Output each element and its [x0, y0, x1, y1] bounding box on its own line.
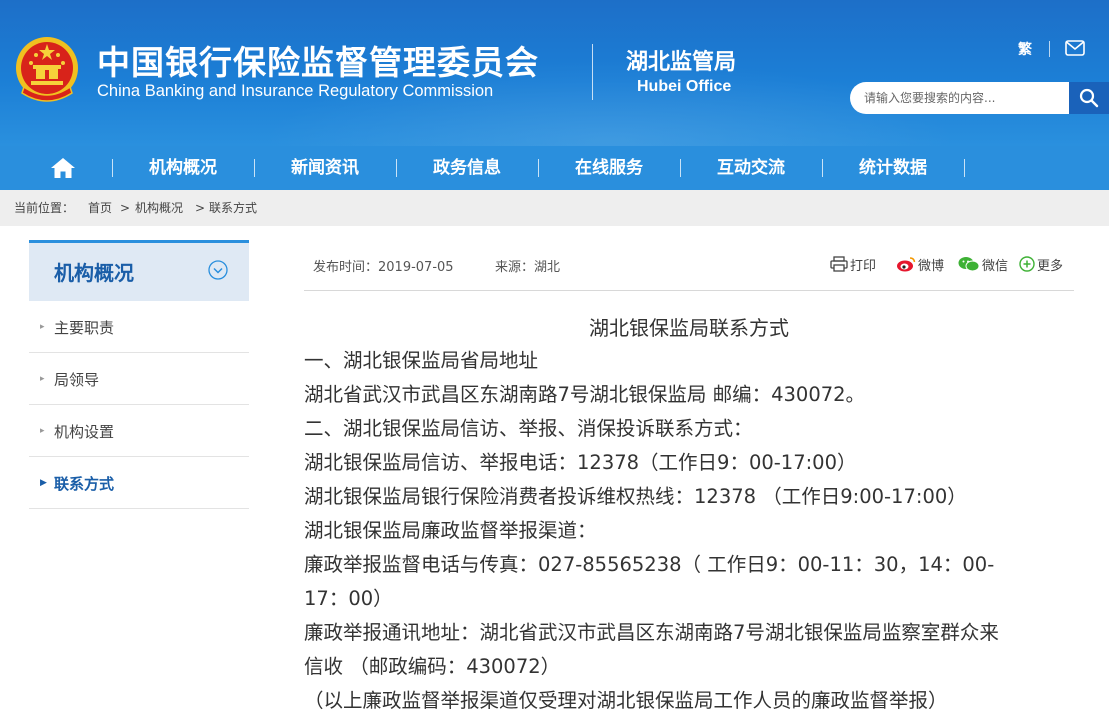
toolbar-divider — [1049, 41, 1050, 57]
article-title: 湖北银保监局联系方式 — [589, 316, 789, 340]
printer-icon — [830, 256, 848, 272]
article-paragraph: 湖北银保监局信访、举报电话：12378（工作日9：00-17:00） — [304, 451, 857, 474]
breadcrumb-prefix: 当前位置： — [14, 201, 75, 215]
sidebar-item-label: 主要职责 — [54, 319, 115, 337]
weibo-icon — [897, 257, 916, 272]
article-paragraph: 廉政举报监督电话与传真：027-85565238（ 工作日9：00-11：30，… — [304, 553, 995, 576]
more-label: 更多 — [1037, 258, 1064, 274]
sidebar-item-label: 联系方式 — [54, 475, 115, 493]
traditional-chinese-link[interactable]: 繁 — [1018, 39, 1032, 59]
plus-circle-icon — [1019, 256, 1035, 272]
share-weibo-button[interactable]: 微博 — [896, 254, 944, 274]
arrow-right-icon: ▶ — [40, 478, 47, 488]
article-divider — [304, 290, 1074, 291]
breadcrumb-home-link[interactable]: 首页 — [88, 190, 112, 226]
article-paragraph: （以上廉政监督举报渠道仅受理对湖北银保监局工作人员的廉政监督举报） — [304, 689, 948, 712]
search-input[interactable] — [850, 82, 1070, 114]
sidebar-item-leadership[interactable]: ▸ 局领导 — [29, 353, 249, 405]
breadcrumb-separator: > — [195, 201, 206, 215]
nav-item-overview[interactable]: 机构概况 — [112, 146, 254, 190]
main-nav: 机构概况 新闻资讯 政务信息 在线服务 互动交流 统计数据 — [0, 146, 1109, 190]
national-emblem-icon — [16, 37, 78, 102]
sidebar-item-label: 机构设置 — [54, 423, 115, 441]
print-button[interactable]: 打印 — [830, 254, 876, 274]
office-title-en: Hubei Office — [637, 78, 732, 95]
publish-time: 发布时间：2019-07-05 — [313, 260, 454, 275]
nav-item-news[interactable]: 新闻资讯 — [254, 146, 396, 190]
breadcrumb-overview-link[interactable]: 机构概况 — [135, 190, 183, 226]
search-button[interactable] — [1069, 82, 1109, 114]
article-source: 来源：湖北 — [495, 260, 561, 275]
article-paragraph: 信收 （邮政编码：430072） — [304, 655, 561, 678]
breadcrumb-separator: > — [120, 201, 131, 215]
nav-item-interaction[interactable]: 互动交流 — [680, 146, 822, 190]
nav-item-online-services[interactable]: 在线服务 — [538, 146, 680, 190]
sidebar-title: 机构概况 — [54, 261, 134, 285]
search-icon — [1079, 88, 1099, 108]
header-divider — [592, 44, 593, 100]
article-paragraph: 17：00） — [304, 587, 393, 610]
article-paragraph: 一、湖北银保监局省局地址 — [304, 349, 539, 372]
arrow-right-icon: ▸ — [40, 426, 45, 436]
print-label: 打印 — [850, 258, 877, 274]
sidebar-item-label: 局领导 — [54, 371, 100, 389]
article-paragraph: 湖北银保监局廉政监督举报渠道： — [304, 519, 597, 542]
sidebar-header: 机构概况 — [29, 240, 249, 301]
share-wechat-button[interactable]: 微信 — [958, 254, 1008, 274]
article-paragraph: 二、湖北银保监局信访、举报、消保投诉联系方式： — [304, 417, 753, 440]
wechat-label: 微信 — [982, 258, 1009, 274]
nav-item-statistics[interactable]: 统计数据 — [822, 146, 964, 190]
sidebar-item-responsibilities[interactable]: ▸ 主要职责 — [29, 301, 249, 353]
sidebar-item-organization[interactable]: ▸ 机构设置 — [29, 405, 249, 457]
weibo-label: 微博 — [918, 258, 945, 274]
nav-item-government-info[interactable]: 政务信息 — [396, 146, 538, 190]
arrow-right-icon: ▸ — [40, 374, 45, 384]
sidebar-item-contact[interactable]: ▶ 联系方式 — [29, 457, 249, 509]
breadcrumb-contact-link[interactable]: 联系方式 — [209, 190, 257, 226]
site-title-en: China Banking and Insurance Regulatory C… — [97, 82, 494, 100]
site-title-cn: 中国银行保险监督管理委员会 — [97, 43, 539, 82]
wechat-icon — [958, 257, 980, 272]
nav-divider — [964, 159, 965, 177]
office-title-cn: 湖北监管局 — [626, 50, 737, 75]
arrow-right-icon: ▸ — [40, 322, 45, 332]
chevron-down-circle-icon[interactable] — [208, 260, 228, 280]
share-more-button[interactable]: 更多 — [1019, 254, 1063, 274]
home-icon[interactable] — [50, 156, 76, 180]
mail-icon[interactable] — [1065, 40, 1085, 56]
site-header: 中国银行保险监督管理委员会 China Banking and Insuranc… — [0, 0, 1109, 146]
article-paragraph: 廉政举报通讯地址：湖北省武汉市武昌区东湖南路7号湖北银保监局监察室群众来 — [304, 621, 999, 644]
article-paragraph: 湖北银保监局银行保险消费者投诉维权热线：12378 （工作日9:00-17:00… — [304, 485, 967, 508]
article-paragraph: 湖北省武汉市武昌区东湖南路7号湖北银保监局 邮编：430072。 — [304, 383, 866, 406]
breadcrumb: 当前位置： 首页 > 机构概况 > 联系方式 — [0, 190, 1109, 226]
